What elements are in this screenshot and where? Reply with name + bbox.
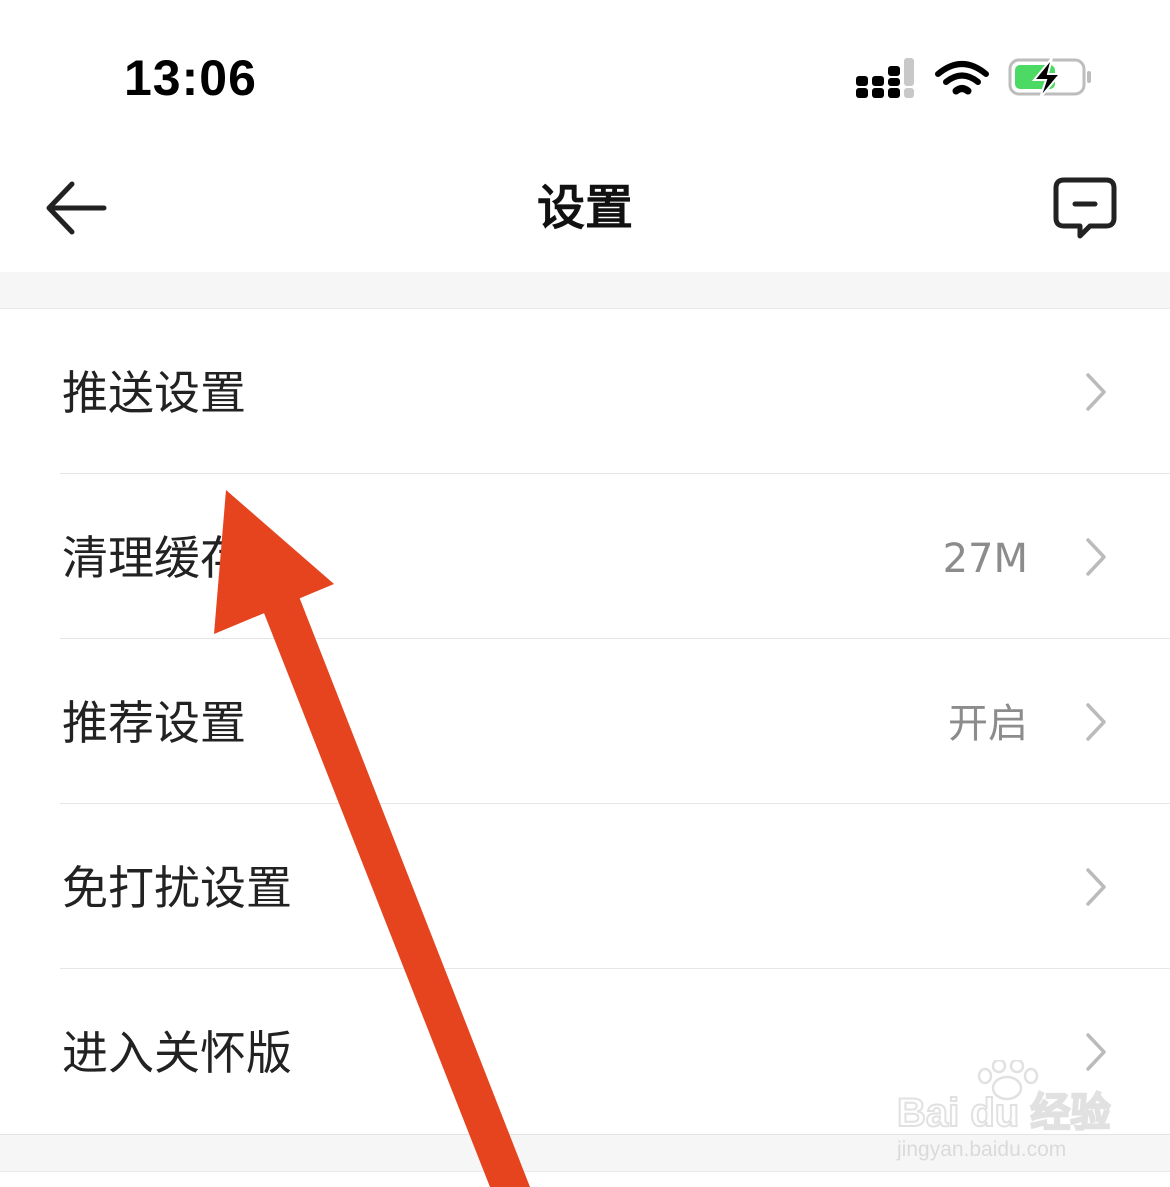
- settings-item-label: 推送设置: [62, 366, 246, 420]
- settings-item-label: 免打扰设置: [62, 861, 292, 915]
- feedback-message-icon: [1053, 177, 1117, 239]
- nav-bar: 设置: [0, 150, 1170, 272]
- watermark-brand: Bai du 经验: [897, 1091, 1110, 1135]
- battery-charging-icon: [1008, 57, 1091, 99]
- feedback-button[interactable]: [1050, 174, 1122, 246]
- page-title: 设置: [536, 180, 633, 236]
- wifi-icon: [935, 61, 989, 95]
- settings-item-clear-cache[interactable]: 清理缓存 27M: [0, 474, 1170, 639]
- watermark-url: jingyan.baidu.com: [896, 1138, 1066, 1161]
- settings-item-do-not-disturb[interactable]: 免打扰设置: [0, 804, 1170, 969]
- settings-screen: 13:06 设置 推送设置 清理缓存 27M 推荐设置 开启 免打扰设置 进入关…: [0, 0, 1170, 1187]
- cellular-signal-icon: [856, 58, 914, 98]
- chevron-right-icon: [1086, 868, 1106, 906]
- settings-list: 推送设置 清理缓存 27M 推荐设置 开启 免打扰设置 进入关怀版: [0, 309, 1170, 1134]
- status-icons: [852, 54, 1102, 102]
- chevron-right-icon: [1086, 373, 1106, 411]
- status-bar: 13:06: [0, 0, 1170, 150]
- settings-item-push[interactable]: 推送设置: [0, 309, 1170, 474]
- settings-item-label: 进入关怀版: [62, 1026, 292, 1080]
- chevron-right-icon: [1086, 703, 1106, 741]
- settings-item-label: 清理缓存: [62, 531, 246, 585]
- cache-size-value: 27M: [942, 536, 1028, 582]
- section-gap-top: [0, 272, 1170, 309]
- chevron-right-icon: [1086, 538, 1106, 576]
- settings-item-label: 推荐设置: [62, 696, 246, 750]
- settings-item-recommend[interactable]: 推荐设置 开启: [0, 639, 1170, 804]
- status-time: 13:06: [124, 50, 257, 106]
- recommend-status-value: 开启: [948, 701, 1028, 747]
- baidu-watermark-logo: Bai du 经验 jingyan.baidu.com: [895, 1058, 1115, 1170]
